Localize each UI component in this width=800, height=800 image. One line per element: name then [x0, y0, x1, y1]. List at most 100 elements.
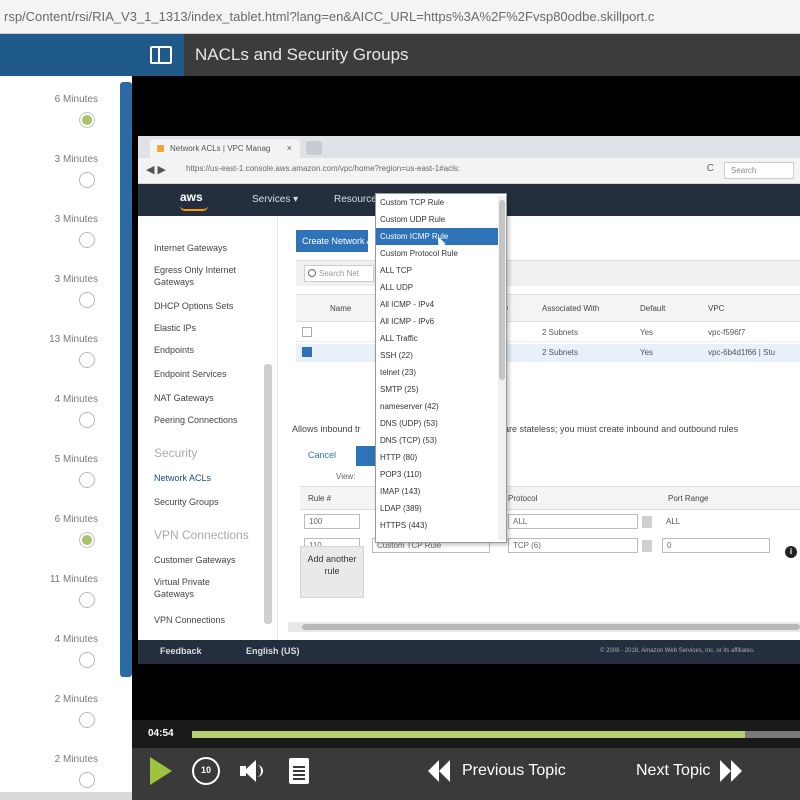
rule-protocol-field: TCP (6)	[508, 538, 638, 553]
vpc-nav-item: NAT Gateways	[154, 393, 214, 403]
replay-10-icon[interactable]: 10	[192, 757, 220, 785]
progress-bar[interactable]	[192, 731, 800, 738]
toc-item-duration: 3 Minutes	[54, 274, 98, 285]
toc-sidebar: 6 Minutes 3 Minutes 3 Minutes 3 Minutes …	[0, 76, 132, 792]
toc-toggle-button[interactable]	[138, 34, 184, 76]
toc-item-duration: 3 Minutes	[54, 214, 98, 225]
vpc-nav-item: Virtual Private Gateways	[154, 577, 210, 599]
next-topic-button[interactable]: Next Topic	[636, 756, 744, 786]
transcript-icon[interactable]	[289, 758, 309, 784]
sidebar-footer	[0, 792, 132, 800]
vpc-nav-section-vpn: VPN Connections	[154, 528, 249, 542]
sidebar-toggle-icon	[150, 46, 172, 64]
incomplete-status-icon	[79, 352, 95, 368]
toc-item-duration: 6 Minutes	[54, 94, 98, 105]
header-left-panel	[0, 34, 138, 76]
protocol-stub	[642, 540, 652, 552]
add-another-rule-button: Add another rule	[300, 546, 364, 598]
double-chevron-right-icon	[720, 760, 744, 782]
dropdown-option: POP3 (110)	[380, 470, 422, 479]
aws-footer: Feedback English (US) © 2008 - 2018, Ama…	[138, 640, 800, 664]
toc-item[interactable]: 4 Minutes	[0, 376, 120, 436]
sidebar-scrollbar[interactable]	[120, 82, 132, 677]
toc-item[interactable]: 3 Minutes	[0, 256, 120, 316]
scroll-thumb	[302, 624, 800, 630]
toc-item[interactable]: 3 Minutes	[0, 196, 120, 256]
back-forward-icon: ◀ ▶	[146, 164, 166, 176]
row-vpc: vpc-6b4d1f66 | Stu	[708, 348, 776, 357]
toc-item-duration: 6 Minutes	[54, 514, 98, 525]
inner-tab-bar: Network ACLs | VPC Manag ×	[138, 136, 800, 158]
toc-item[interactable]: 6 Minutes	[0, 76, 120, 136]
vpc-nav-item: Security Groups	[154, 497, 219, 507]
dropdown-option: All ICMP - IPv4	[380, 300, 435, 309]
volume-icon[interactable]	[240, 760, 264, 782]
elapsed-time: 04:54	[148, 728, 174, 739]
toc-item-duration: 13 Minutes	[49, 334, 98, 345]
description-left: Allows inbound tr	[292, 424, 361, 434]
toc-item[interactable]: 2 Minutes	[0, 676, 120, 736]
toc-item[interactable]: 6 Minutes	[0, 496, 120, 556]
browser-url-bar[interactable]: rsp/Content/rsi/RIA_V3_1_1313/index_tabl…	[0, 0, 800, 34]
toc-item[interactable]: 3 Minutes	[0, 136, 120, 196]
grid-header-name: Name	[330, 304, 352, 313]
dropdown-option: HTTP (80)	[380, 453, 418, 462]
row-default: Yes	[640, 348, 654, 357]
toc-item[interactable]: 2 Minutes	[0, 736, 120, 796]
previous-topic-button[interactable]: Previous Topic	[428, 756, 566, 786]
feedback-link: Feedback	[160, 646, 202, 656]
dropdown-option: telnet (23)	[380, 368, 417, 377]
timeline-row: 04:54	[132, 720, 800, 748]
incomplete-status-icon	[79, 412, 95, 428]
vpc-nav-item: VPN Connections	[154, 615, 226, 625]
vpc-nav-item: Customer Gateways	[154, 555, 236, 565]
inner-browser-tab: Network ACLs | VPC Manag ×	[150, 139, 300, 158]
vpc-nav-scrollbar	[264, 364, 272, 624]
aws-logo: aws	[180, 190, 208, 211]
control-row: 10 Previous Topic Next Topic	[132, 748, 800, 800]
language-selector: English (US)	[246, 646, 300, 656]
filter-search-box: Search Net	[304, 265, 374, 282]
dropdown-option: IMAP (143)	[380, 487, 421, 496]
services-menu: Services ▾	[252, 194, 299, 205]
view-label: View:	[336, 472, 356, 481]
inner-tab-title: Network ACLs | VPC Manag	[170, 144, 271, 153]
grid-header-vpc: VPC	[708, 304, 725, 313]
vpc-nav-item: DHCP Options Sets	[154, 301, 234, 311]
vpc-nav-item: Egress Only Internet Gateways	[154, 265, 237, 287]
inner-search-box: Search	[724, 162, 794, 179]
protocol-stub	[642, 516, 652, 528]
dropdown-option: SMTP (25)	[380, 385, 419, 394]
dropdown-option: ALL Traffic	[380, 334, 418, 343]
dropdown-option: ALL UDP	[380, 283, 414, 292]
double-chevron-left-icon	[428, 760, 452, 782]
rule-number-input: 100	[304, 514, 360, 529]
incomplete-status-icon	[79, 652, 95, 668]
rule-port-range: ALL	[666, 517, 681, 526]
acl-description: Allows inbound tr are stateless; you mus…	[292, 424, 796, 434]
tab-close-icon: ×	[286, 143, 292, 153]
play-icon[interactable]	[150, 757, 172, 785]
incomplete-status-icon	[79, 772, 95, 788]
new-tab-icon	[306, 141, 322, 155]
grid-header-default: Default	[640, 304, 666, 313]
dropdown-option: HTTPS (443)	[380, 521, 428, 530]
vpc-nav-panel: Internet Gateways Egress Only Internet G…	[138, 216, 278, 656]
toc-item[interactable]: 13 Minutes	[0, 316, 120, 376]
acl-grid-header: Name ID Associated With Default VPC	[296, 294, 800, 322]
vpc-nav-item: Peering Connections	[154, 415, 238, 425]
toc-item[interactable]: 4 Minutes	[0, 616, 120, 676]
toc-item-duration: 5 Minutes	[54, 454, 98, 465]
cancel-button: Cancel	[307, 450, 336, 460]
inner-url: https://us-east-1.console.aws.amazon.com…	[186, 164, 461, 173]
dropdown-option: nameserver (42)	[380, 402, 439, 411]
vpc-nav-item-network-acls: Network ACLs	[154, 473, 212, 483]
toc-item-duration: 2 Minutes	[54, 694, 98, 705]
vpc-nav-section-security: Security	[154, 446, 198, 460]
toc-item-duration: 4 Minutes	[54, 394, 98, 405]
player-controls: 04:54 10 Previous Topic Next Topic	[132, 720, 800, 800]
toc-item[interactable]: 11 Minutes	[0, 556, 120, 616]
toc-item[interactable]: 5 Minutes	[0, 436, 120, 496]
dropdown-option: Custom UDP Rule	[380, 215, 446, 224]
rules-header-protocol: Protocol	[508, 494, 538, 503]
